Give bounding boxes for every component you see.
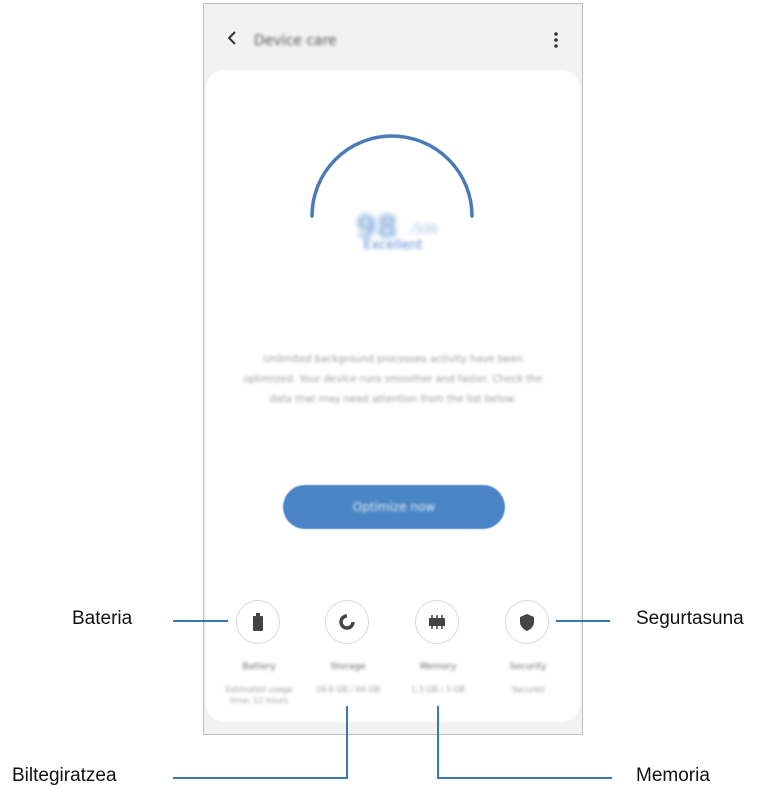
memory-button[interactable] xyxy=(415,600,459,644)
description-text: Unlimited background processes activity … xyxy=(243,354,543,405)
tile-memory-sub: 1.3 GB / 3 GB xyxy=(410,685,466,694)
battery-button[interactable] xyxy=(236,600,280,644)
storage-icon xyxy=(339,614,355,630)
optimize-now-button[interactable]: Optimize now xyxy=(283,485,505,529)
tile-storage-name: Storage xyxy=(330,662,366,672)
memory-icon xyxy=(429,615,445,629)
battery-icon xyxy=(253,613,263,631)
security-button[interactable] xyxy=(505,600,549,644)
tile-storage-sub: 29.8 GB / 64 GB xyxy=(315,685,381,694)
callout-security: Segurtasuna xyxy=(636,608,744,629)
tile-battery-name: Battery xyxy=(242,662,276,672)
score-unit: /100 xyxy=(411,222,438,236)
app-bar: Device care xyxy=(204,4,582,70)
callout-memory: Memoria xyxy=(636,765,710,786)
device-care-card: 98 /100 Excellent Unlimited background p… xyxy=(206,70,580,722)
tile-security-sub: Secured xyxy=(511,685,545,694)
page-title: Device care xyxy=(254,33,337,49)
tile-memory-name: Memory xyxy=(419,662,457,672)
optimize-now-label: Optimize now xyxy=(352,500,436,514)
storage-button[interactable] xyxy=(325,600,369,644)
tile-battery-sub: Estimated usage time: 12 hours xyxy=(225,685,293,705)
phone-screen: Device care 98 /100 Excellent Unlimited … xyxy=(203,3,583,735)
callout-storage: Biltegiratzea xyxy=(12,765,117,786)
tile-security-name: Security xyxy=(509,662,547,672)
tile-security[interactable]: Security Secured xyxy=(483,600,573,710)
tile-storage[interactable]: Storage 29.8 GB / 64 GB xyxy=(303,600,393,710)
status-text: Excellent xyxy=(363,238,423,253)
callout-battery: Bateria xyxy=(72,608,133,629)
tile-battery[interactable]: Battery Estimated usage time: 12 hours xyxy=(214,600,304,710)
tile-memory[interactable]: Memory 1.3 GB / 3 GB xyxy=(393,600,483,710)
category-tiles: Battery Estimated usage time: 12 hours S… xyxy=(206,600,580,710)
more-vertical-icon[interactable] xyxy=(552,31,560,49)
back-arrow-icon[interactable] xyxy=(222,28,242,48)
shield-icon xyxy=(520,613,534,631)
